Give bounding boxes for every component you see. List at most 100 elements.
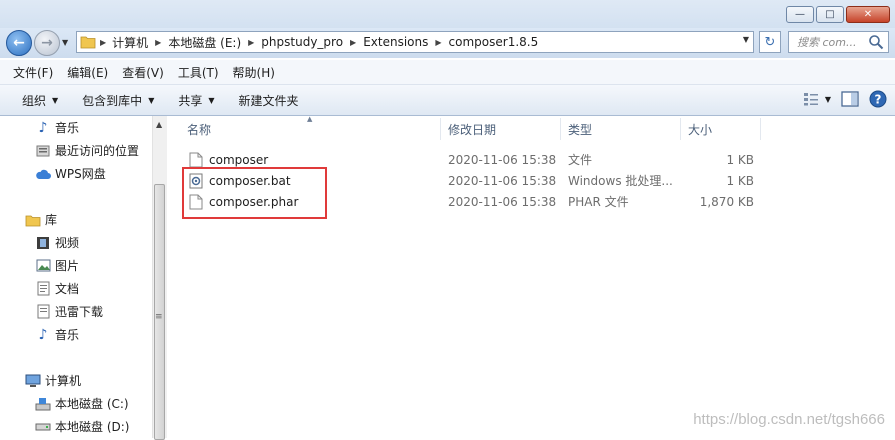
breadcrumb-composer[interactable]: composer1.8.5 (449, 35, 539, 49)
view-list-icon (803, 93, 818, 106)
file-list: ▲ 名称 修改日期 类型 大小 composer 2020-11-06 15:3… (167, 115, 895, 438)
nav-item-xunlei[interactable]: 迅雷下载 (35, 303, 103, 320)
video-icon (35, 235, 51, 251)
nav-label: 本地磁盘 (D:) (55, 420, 130, 434)
preview-pane-icon[interactable] (841, 91, 859, 107)
computer-icon (25, 373, 41, 389)
nav-label: 计算机 (45, 374, 82, 388)
address-dropdown-icon[interactable]: ▼ (743, 35, 749, 44)
back-button[interactable]: ← (6, 30, 32, 56)
column-divider[interactable] (680, 118, 681, 140)
nav-item-pictures[interactable]: 图片 (35, 257, 79, 274)
file-date: 2020-11-06 15:38 (448, 152, 557, 167)
breadcrumb-computer[interactable]: 计算机 (112, 34, 148, 51)
menu-view[interactable]: 查看(V) (115, 64, 171, 81)
library-icon (25, 212, 41, 228)
close-button[interactable]: ✕ (846, 6, 890, 23)
folder-icon (80, 36, 96, 49)
explorer-window: — □ ✕ ← → ▼ ▶ 计算机 ▶ 本地磁盘 (E:) ▶ phpstudy… (0, 0, 895, 440)
nav-label: 库 (45, 213, 58, 227)
nav-item-recent[interactable]: 最近访问的位置 (35, 142, 139, 159)
breadcrumb-separator-icon[interactable]: ▶ (155, 38, 161, 47)
breadcrumb-extensions[interactable]: Extensions (363, 35, 428, 49)
column-divider[interactable] (440, 118, 441, 140)
search-box[interactable]: 搜索 com... (788, 31, 889, 53)
column-header-size[interactable]: 大小 (688, 116, 712, 142)
nav-label: 视频 (55, 236, 80, 250)
menu-file[interactable]: 文件(F) (0, 64, 60, 81)
column-header-type[interactable]: 类型 (568, 116, 592, 142)
nav-item-library[interactable]: 库 (25, 211, 57, 228)
watermark: https://blog.csdn.net/tgsh666 (693, 411, 885, 428)
forward-button[interactable]: → (34, 30, 60, 56)
menu-edit[interactable]: 编辑(E) (60, 64, 115, 81)
system-drive-icon (35, 396, 51, 412)
menu-bar: 文件(F) 编辑(E) 查看(V) 工具(T) 帮助(H) (0, 60, 895, 85)
music-icon: ♪ (38, 119, 48, 136)
column-header-name[interactable]: 名称 (187, 116, 211, 142)
breadcrumb: 计算机 ▶ 本地磁盘 (E:) ▶ phpstudy_pro ▶ Extensi… (112, 34, 538, 51)
change-view-button[interactable]: ▼ (803, 92, 831, 106)
chevron-down-icon: ▼ (52, 95, 59, 105)
breadcrumb-phpstudy[interactable]: phpstudy_pro (261, 35, 343, 49)
cloud-icon (35, 166, 51, 182)
nav-label: 本地磁盘 (C:) (55, 397, 129, 411)
music-icon: ♪ (38, 326, 48, 343)
organize-label: 组织 (22, 93, 47, 108)
breadcrumb-separator-icon[interactable]: ▶ (100, 38, 106, 47)
breadcrumb-separator-icon[interactable]: ▶ (248, 38, 254, 47)
nav-item-drive-d[interactable]: 本地磁盘 (D:) (35, 418, 129, 435)
breadcrumb-separator-icon[interactable]: ▶ (435, 38, 441, 47)
scroll-up-icon[interactable]: ▲ (156, 120, 162, 129)
recent-places-icon (35, 143, 51, 159)
nav-item-computer[interactable]: 计算机 (25, 372, 81, 389)
nav-label: 迅雷下载 (55, 305, 104, 319)
file-size: 1,870 KB (699, 194, 754, 209)
nav-label: 最近访问的位置 (55, 144, 140, 158)
recent-pages-dropdown[interactable]: ▼ (62, 38, 68, 47)
nav-item-drive-c[interactable]: 本地磁盘 (C:) (35, 395, 129, 412)
file-name: composer (209, 152, 269, 167)
menu-help[interactable]: 帮助(H) (226, 64, 282, 81)
breadcrumb-separator-icon[interactable]: ▶ (350, 38, 356, 47)
menu-tools[interactable]: 工具(T) (171, 64, 226, 81)
address-bar[interactable]: ▶ 计算机 ▶ 本地磁盘 (E:) ▶ phpstudy_pro ▶ Exten… (76, 31, 754, 53)
share-button[interactable]: 共享 ▼ (166, 92, 226, 109)
organize-button[interactable]: 组织 ▼ (0, 92, 70, 109)
svg-text:?: ? (875, 93, 882, 107)
help-icon[interactable]: ? (869, 90, 887, 108)
sort-ascending-icon: ▲ (307, 115, 313, 123)
search-input[interactable]: 搜索 com... (797, 34, 856, 50)
column-divider[interactable] (560, 118, 561, 140)
refresh-button[interactable]: ↻ (759, 31, 781, 53)
maximize-button[interactable]: □ (816, 6, 844, 23)
nav-item-documents[interactable]: 文档 (35, 280, 79, 297)
nav-item-music-top[interactable]: ♪ 音乐 (35, 119, 79, 136)
download-folder-icon (35, 304, 51, 320)
column-divider[interactable] (760, 118, 761, 140)
nav-item-wps[interactable]: WPS网盘 (35, 165, 106, 182)
chevron-down-icon: ▼ (824, 94, 831, 104)
column-header-date[interactable]: 修改日期 (448, 116, 496, 142)
include-library-button[interactable]: 包含到库中 ▼ (70, 92, 166, 109)
drive-icon (35, 419, 51, 435)
file-type: 文件 (568, 153, 593, 167)
new-folder-button[interactable]: 新建文件夹 (227, 92, 311, 109)
file-size: 1 KB (726, 152, 754, 167)
view-controls: ▼ ? (803, 90, 887, 108)
chevron-down-icon: ▼ (208, 95, 215, 105)
minimize-button[interactable]: — (786, 6, 814, 23)
pictures-icon (35, 258, 51, 274)
nav-label: 图片 (55, 259, 80, 273)
navigation-scrollbar[interactable]: ▲ ≡ (152, 116, 167, 440)
file-type: Windows 批处理... (568, 174, 673, 188)
breadcrumb-drive-e[interactable]: 本地磁盘 (E:) (168, 34, 241, 51)
nav-label: WPS网盘 (55, 167, 106, 181)
nav-label: 音乐 (55, 121, 80, 135)
title-bar: — □ ✕ (0, 0, 895, 28)
nav-item-video[interactable]: 视频 (35, 234, 79, 251)
include-library-label: 包含到库中 (82, 93, 143, 108)
new-folder-label: 新建文件夹 (238, 93, 299, 108)
nav-item-music[interactable]: ♪ 音乐 (35, 326, 79, 343)
share-label: 共享 (178, 93, 203, 108)
